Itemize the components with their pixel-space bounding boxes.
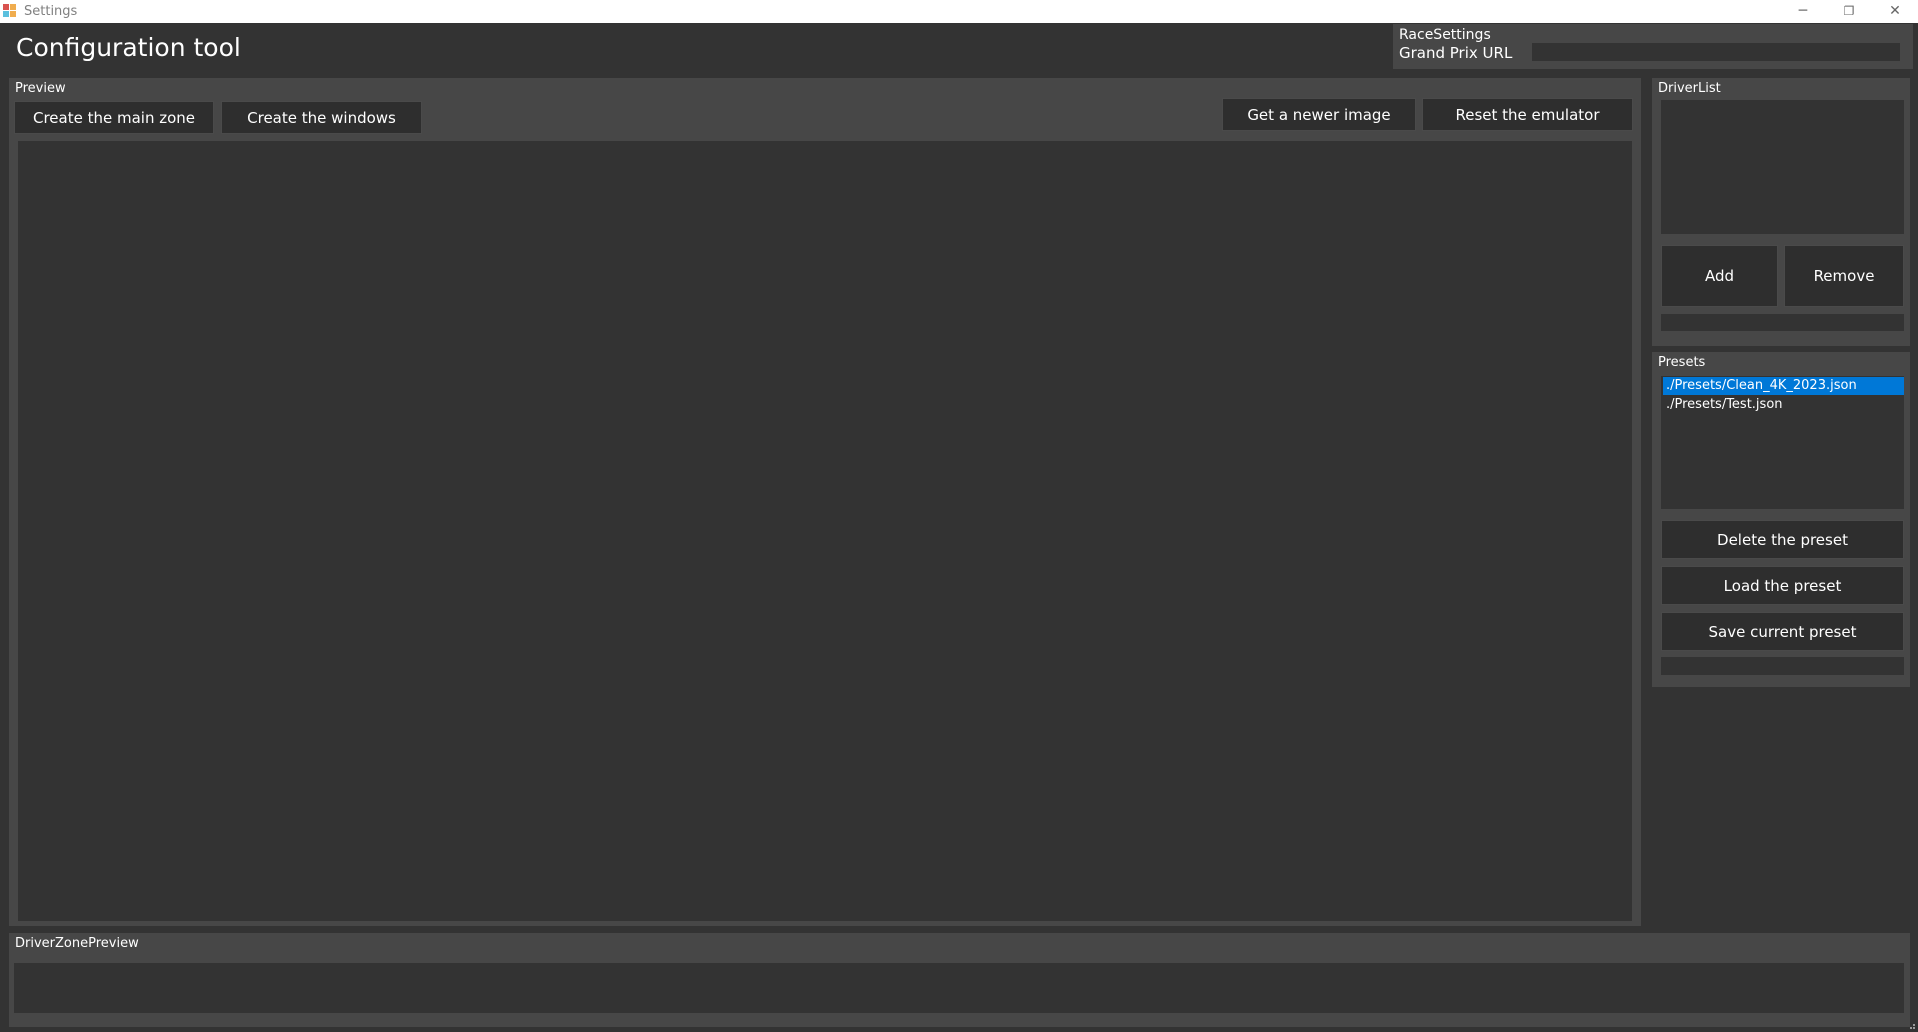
presets-label: Presets <box>1658 355 1706 370</box>
preview-canvas[interactable] <box>18 141 1632 921</box>
driver-zone-preview-label: DriverZonePreview <box>15 936 139 951</box>
driver-list-label: DriverList <box>1658 81 1721 96</box>
save-preset-button[interactable]: Save current preset <box>1661 612 1904 651</box>
page-title: Configuration tool <box>16 33 241 62</box>
restore-icon: ❐ <box>1843 4 1855 18</box>
load-preset-button[interactable]: Load the preset <box>1661 566 1904 605</box>
race-settings-group: RaceSettings Grand Prix URL <box>1393 24 1913 69</box>
driver-listbox[interactable] <box>1661 100 1904 234</box>
preset-name-input[interactable] <box>1661 657 1904 675</box>
restore-button[interactable]: ❐ <box>1826 0 1872 22</box>
app-icon <box>3 4 16 17</box>
preview-label: Preview <box>15 81 66 96</box>
minimize-icon: ─ <box>1798 3 1808 19</box>
window-titlebar: Settings ─ ❐ ✕ <box>0 0 1918 23</box>
reset-emulator-button[interactable]: Reset the emulator <box>1422 98 1633 131</box>
driver-zone-preview-group: DriverZonePreview <box>9 933 1910 1027</box>
resize-grip-icon[interactable] <box>1906 1020 1916 1030</box>
create-main-zone-button[interactable]: Create the main zone <box>14 101 214 134</box>
close-button[interactable]: ✕ <box>1872 0 1918 22</box>
close-icon: ✕ <box>1889 3 1901 19</box>
get-newer-image-button[interactable]: Get a newer image <box>1222 98 1416 131</box>
create-windows-button[interactable]: Create the windows <box>221 101 422 134</box>
driver-list-group: DriverList Add Remove <box>1652 78 1910 346</box>
presets-group: Presets ./Presets/Clean_4K_2023.json ./P… <box>1652 352 1910 687</box>
grand-prix-url-input[interactable] <box>1532 43 1900 61</box>
grand-prix-url-label: Grand Prix URL <box>1399 44 1513 62</box>
presets-listbox[interactable]: ./Presets/Clean_4K_2023.json ./Presets/T… <box>1661 376 1904 509</box>
preset-item[interactable]: ./Presets/Test.json <box>1663 396 1904 414</box>
add-driver-button[interactable]: Add <box>1661 245 1778 307</box>
minimize-button[interactable]: ─ <box>1780 0 1826 22</box>
window-title: Settings <box>24 4 78 19</box>
remove-driver-button[interactable]: Remove <box>1784 245 1904 307</box>
delete-preset-button[interactable]: Delete the preset <box>1661 520 1904 559</box>
preview-group: Preview Create the main zone Create the … <box>9 78 1641 926</box>
race-settings-label: RaceSettings <box>1399 27 1491 43</box>
driver-zone-preview-area <box>14 963 1904 1013</box>
driver-name-input[interactable] <box>1661 314 1904 331</box>
preset-item[interactable]: ./Presets/Clean_4K_2023.json <box>1663 377 1904 395</box>
